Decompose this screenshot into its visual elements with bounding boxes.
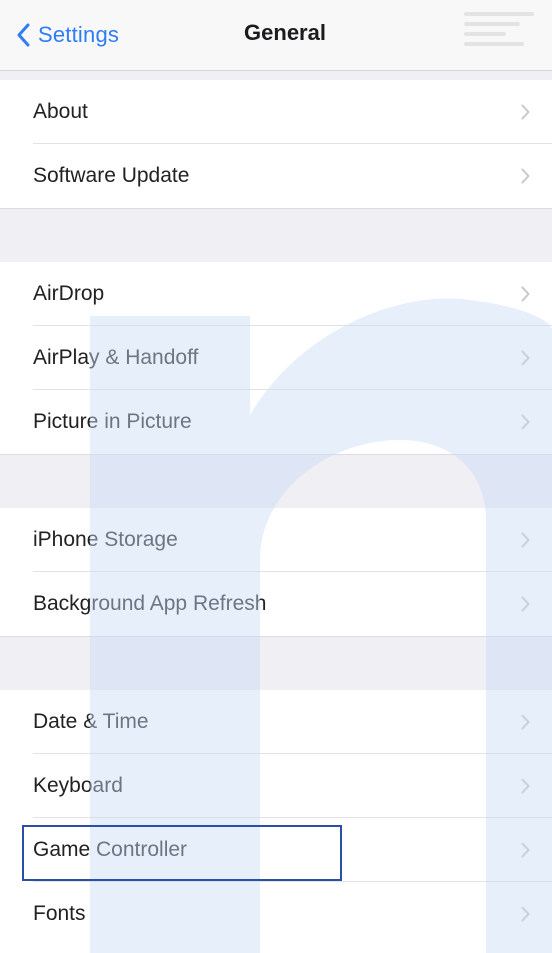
back-button-label: Settings <box>38 22 120 47</box>
chevron-right-icon <box>521 596 530 612</box>
settings-row-airplay-handoff[interactable]: AirPlay & Handoff <box>0 326 552 390</box>
back-button[interactable]: Settings <box>16 18 119 52</box>
settings-row-picture-in-picture[interactable]: Picture in Picture <box>0 390 552 454</box>
settings-row-about[interactable]: About <box>0 80 552 144</box>
chevron-right-icon <box>521 168 530 184</box>
row-label: Background App Refresh <box>33 592 267 615</box>
settings-row-iphone-storage[interactable]: iPhone Storage <box>0 508 552 572</box>
chevron-right-icon <box>521 350 530 366</box>
chevron-right-icon <box>521 714 530 730</box>
row-label: Fonts <box>33 902 86 925</box>
settings-row-software-update[interactable]: Software Update <box>0 144 552 208</box>
row-label: Game Controller <box>33 838 188 861</box>
section-gap <box>0 208 552 264</box>
chevron-right-icon <box>521 414 530 430</box>
chevron-right-icon <box>521 778 530 794</box>
row-label: Software Update <box>33 164 190 187</box>
settings-row-fonts[interactable]: Fonts <box>0 882 552 953</box>
settings-general-screen: Settings General About Software Update A… <box>0 0 552 953</box>
chevron-right-icon <box>521 842 530 858</box>
row-label: AirDrop <box>33 282 105 305</box>
chevron-left-icon <box>17 23 30 47</box>
blurred-status-area <box>464 6 534 62</box>
row-label: iPhone Storage <box>33 528 178 551</box>
settings-row-date-time[interactable]: Date & Time <box>0 690 552 754</box>
section-gap <box>0 636 552 692</box>
row-label: Date & Time <box>33 710 149 733</box>
row-label: Picture in Picture <box>33 410 192 433</box>
chevron-right-icon <box>521 906 530 922</box>
settings-row-background-app-refresh[interactable]: Background App Refresh <box>0 572 552 636</box>
chevron-right-icon <box>521 286 530 302</box>
settings-row-airdrop[interactable]: AirDrop <box>0 262 552 326</box>
navigation-bar: Settings General <box>0 0 552 71</box>
row-label: AirPlay & Handoff <box>33 346 199 369</box>
row-label: About <box>33 100 88 123</box>
chevron-right-icon <box>521 104 530 120</box>
row-label: Keyboard <box>33 774 123 797</box>
chevron-right-icon <box>521 532 530 548</box>
page-title: General <box>244 20 326 45</box>
settings-row-game-controller[interactable]: Game Controller <box>0 818 552 882</box>
section-gap <box>0 454 552 510</box>
settings-row-keyboard[interactable]: Keyboard <box>0 754 552 818</box>
